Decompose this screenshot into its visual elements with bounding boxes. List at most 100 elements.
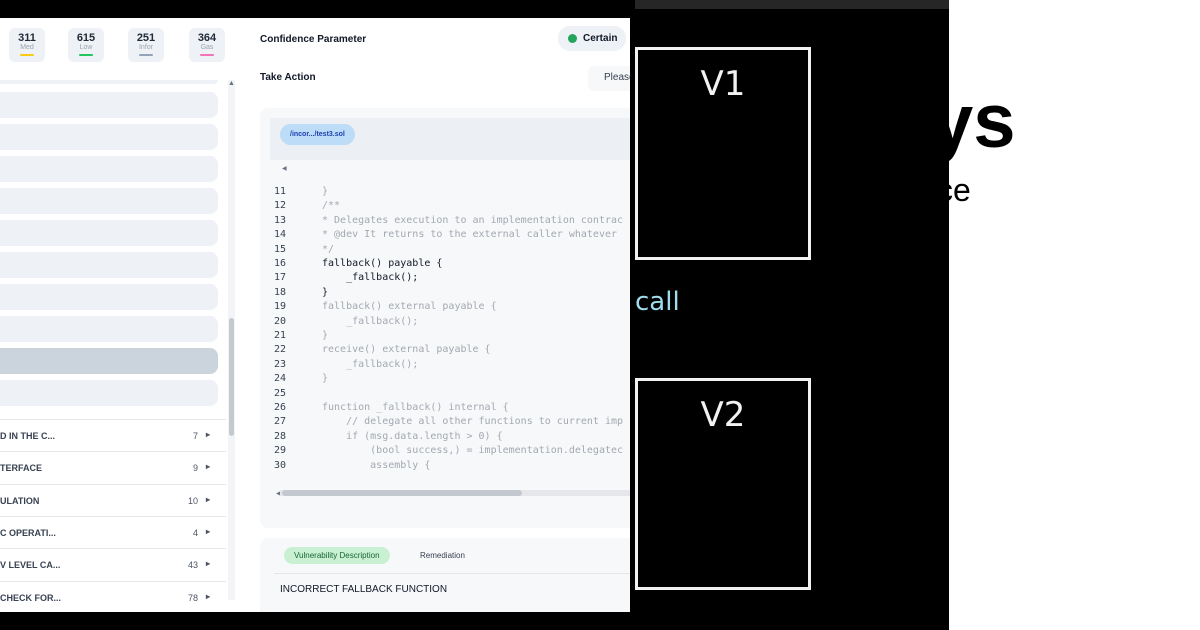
- code-text: fallback() external payable {: [322, 301, 497, 313]
- issue-item[interactable]: [0, 156, 218, 182]
- code-text: */: [322, 243, 335, 255]
- v2-label: V2: [700, 395, 746, 435]
- code-text: if (msg.data.length > 0) {: [322, 430, 503, 442]
- stat-infor[interactable]: 251 Infor: [128, 28, 164, 62]
- issue-item-selected[interactable]: [0, 348, 218, 374]
- chevron-right-icon: ▸: [205, 527, 210, 536]
- category-count: 43: [187, 560, 198, 570]
- category-row[interactable]: C OPERATI... 4 ▸: [0, 516, 226, 548]
- category-row[interactable]: CHECK FOR... 78 ▸: [0, 581, 226, 612]
- line-number: 20: [274, 315, 287, 327]
- stat-value: 615: [76, 32, 96, 44]
- video-panel: V1 call V2: [635, 0, 949, 630]
- issue-item[interactable]: [0, 316, 218, 342]
- code-text: }: [322, 186, 329, 197]
- line-number: 30: [274, 459, 287, 471]
- category-row[interactable]: V LEVEL CA... 43 ▸: [0, 548, 226, 580]
- scroll-up-icon[interactable]: ▲: [228, 80, 235, 87]
- line-number: 22: [274, 344, 287, 356]
- slide-subtext: ce: [949, 172, 971, 208]
- issue-item[interactable]: [0, 80, 218, 84]
- category-title: D IN THE C...: [0, 431, 56, 441]
- stat-value: 251: [136, 32, 156, 44]
- line-number: 11: [274, 186, 287, 197]
- category-title: V LEVEL CA...: [0, 560, 61, 570]
- sidebar-scrollbar[interactable]: ▲: [228, 80, 235, 600]
- code-viewer: /incor.../test3.sol ◀ 11} 12 /** 13 * Delega…: [260, 108, 630, 528]
- slide-heading: ys: [949, 79, 1016, 164]
- confidence-label: Confidence Parameter: [260, 34, 367, 45]
- line-number: 23: [274, 358, 287, 370]
- scrollbar-thumb[interactable]: [282, 490, 522, 496]
- tab-vulnerability-description[interactable]: Vulnerability Description: [284, 547, 390, 564]
- chevron-right-icon: ▸: [205, 559, 210, 568]
- issue-item[interactable]: [0, 188, 218, 214]
- category-title: TERFACE: [0, 463, 43, 473]
- category-row[interactable]: ULATION 10 ▸: [0, 484, 226, 516]
- scrollbar-thumb[interactable]: [229, 318, 234, 436]
- screenshot-frame: 311 Med 615 Low 251 Infor 364 Gas D IN T…: [0, 0, 1200, 630]
- stat-med[interactable]: 311 Med: [9, 28, 45, 62]
- stat-color-bar: [79, 54, 93, 56]
- line-number: 24: [274, 373, 287, 385]
- category-count: 78: [187, 593, 198, 603]
- line-number: 12: [274, 200, 287, 212]
- chevron-right-icon: ▸: [205, 495, 210, 504]
- scroll-left-icon[interactable]: ◀: [282, 165, 287, 172]
- category-row[interactable]: D IN THE C... 7 ▸: [0, 419, 226, 451]
- slide-panel: ys ce: [949, 0, 1200, 630]
- divider: [274, 573, 630, 574]
- line-number: 15: [274, 243, 287, 255]
- take-action-select[interactable]: Please: [588, 66, 630, 91]
- take-action-placeholder: Please: [604, 72, 630, 83]
- audit-app-panel: 311 Med 615 Low 251 Infor 364 Gas D IN T…: [0, 18, 630, 612]
- line-number: 25: [274, 387, 287, 399]
- code-listing: 11} 12 /** 13 * Delegates execution to an im…: [260, 183, 630, 493]
- line-number: 17: [274, 272, 287, 284]
- stat-low[interactable]: 615 Low: [68, 28, 104, 62]
- stat-label: Infor: [138, 44, 153, 51]
- code-text: _fallback();: [322, 358, 419, 370]
- stat-color-bar: [20, 54, 34, 56]
- v1-box: V1: [635, 47, 811, 260]
- code-text: }: [322, 330, 329, 341]
- chevron-right-icon: ▸: [205, 592, 210, 601]
- stat-value: 364: [197, 32, 217, 44]
- stat-color-bar: [139, 54, 153, 56]
- issue-item[interactable]: [0, 124, 218, 150]
- code-text: /**: [322, 200, 341, 212]
- code-horizontal-scrollbar[interactable]: [280, 490, 630, 496]
- stat-gas[interactable]: 364 Gas: [189, 28, 225, 62]
- description-panel: Vulnerability Description Remediation IN…: [260, 538, 630, 612]
- line-number: 13: [274, 214, 287, 226]
- code-text: assembly {: [322, 459, 431, 471]
- category-title: C OPERATI...: [0, 528, 56, 538]
- stat-label: Low: [79, 44, 93, 51]
- chevron-right-icon: ▸: [205, 430, 210, 439]
- tab-remediation[interactable]: Remediation: [420, 547, 465, 564]
- confidence-badge[interactable]: Certain: [558, 26, 626, 51]
- category-count: 7: [192, 431, 198, 441]
- category-count: 10: [187, 496, 198, 506]
- category-row[interactable]: TERFACE 9 ▸: [0, 451, 226, 483]
- stat-color-bar: [200, 54, 214, 56]
- issue-item[interactable]: [0, 380, 218, 406]
- issue-item[interactable]: [0, 220, 218, 246]
- issue-item[interactable]: [0, 92, 218, 118]
- stat-label: Med: [20, 44, 34, 51]
- line-number: 29: [274, 445, 287, 457]
- issue-item[interactable]: [0, 284, 218, 310]
- category-count: 4: [192, 528, 198, 538]
- file-tab[interactable]: /incor.../test3.sol: [280, 124, 355, 145]
- code-text: (bool success,) = implementation.delegat…: [322, 445, 624, 457]
- issue-item[interactable]: [0, 252, 218, 278]
- line-number: 26: [274, 402, 287, 413]
- chevron-right-icon: ▸: [205, 462, 210, 471]
- v1-label: V1: [700, 64, 746, 104]
- code-text: }: [322, 373, 329, 385]
- v2-box: V2: [635, 378, 811, 590]
- stat-value: 311: [18, 32, 36, 44]
- video-top-bar: [635, 0, 949, 9]
- line-number: 14: [274, 229, 287, 241]
- code-text: * Delegates execution to an implementati…: [322, 214, 624, 226]
